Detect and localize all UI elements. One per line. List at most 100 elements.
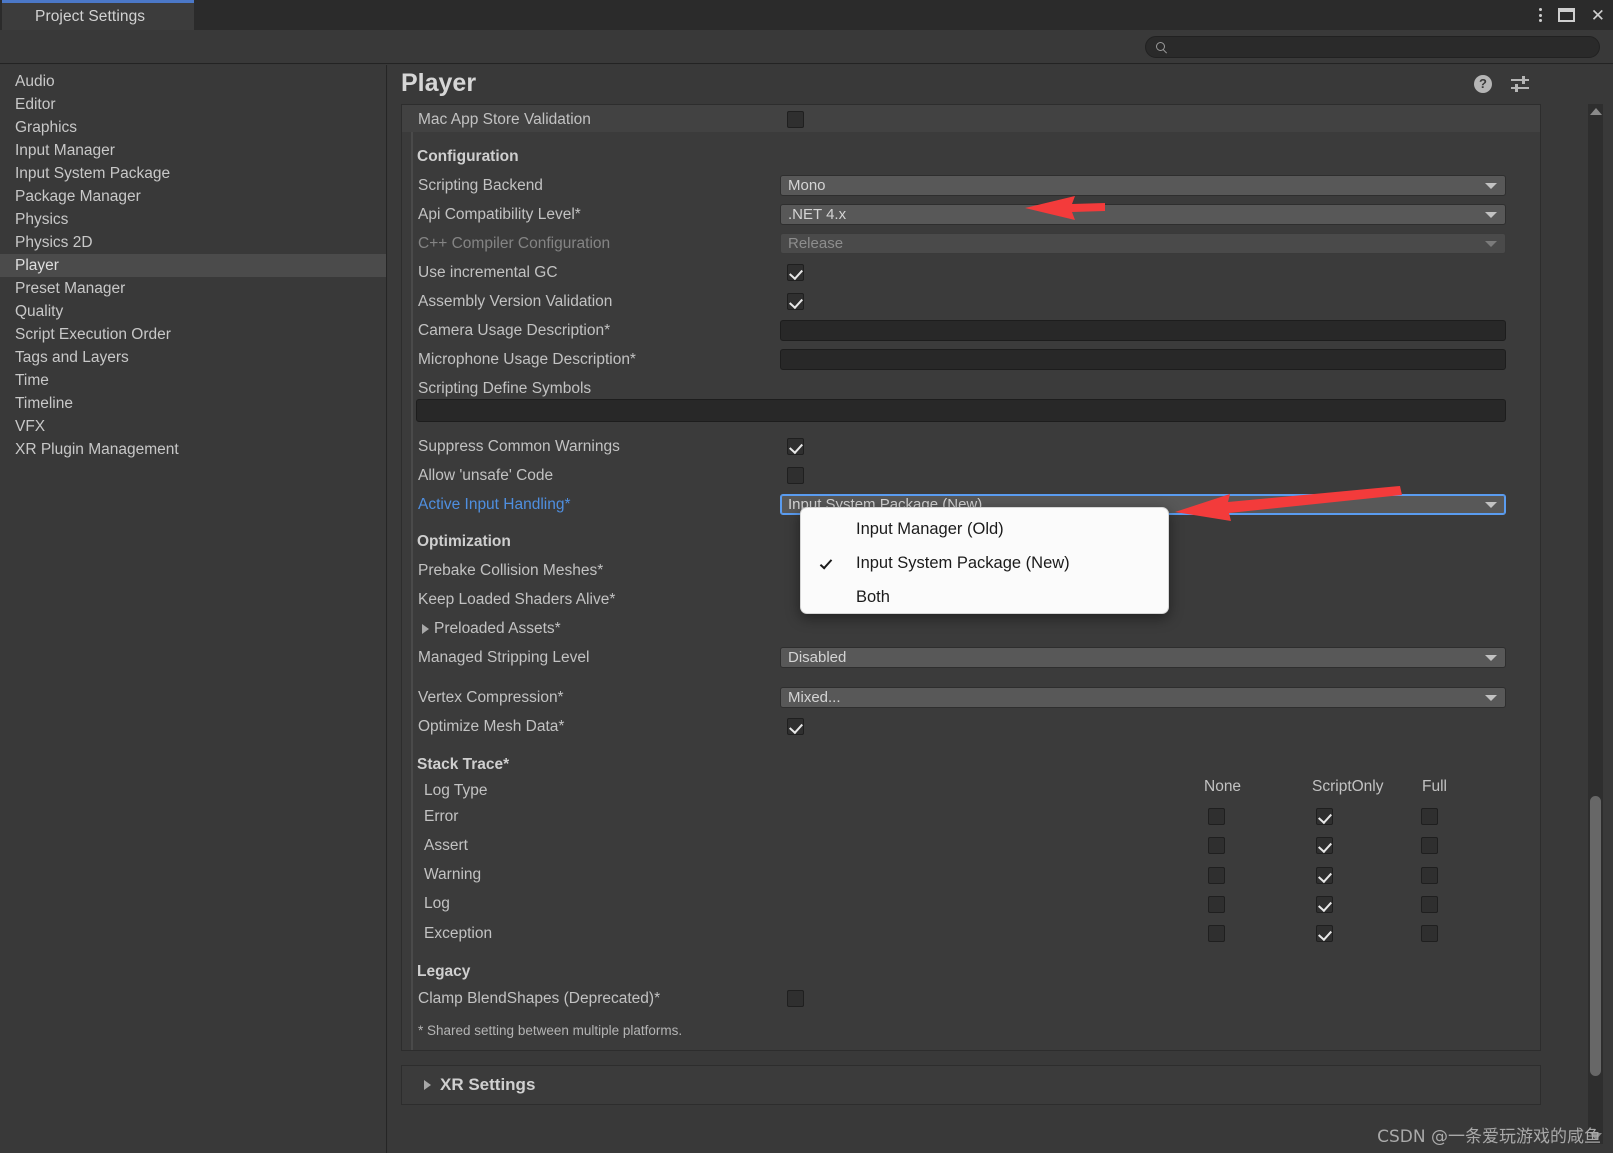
row-assembly-version-validation: Assembly Version Validation (402, 287, 1540, 316)
sidebar-item-label: Timeline (15, 394, 73, 412)
checkbox-warning-scriptonly[interactable] (1316, 866, 1333, 884)
sidebar-item-graphics[interactable]: Graphics (0, 116, 386, 139)
label-suppress-common-warnings: Suppress Common Warnings (418, 437, 620, 455)
chevron-down-icon (1485, 182, 1497, 189)
sidebar-item-timeline[interactable]: Timeline (0, 392, 386, 415)
preset-icon[interactable] (1511, 75, 1529, 92)
dropdown-scripting-backend[interactable]: Mono (780, 175, 1506, 196)
label-vertex-compression: Vertex Compression* (418, 688, 564, 706)
tab-project-settings[interactable]: Project Settings (2, 0, 194, 30)
check-icon (819, 556, 833, 570)
scroll-up-arrow-icon[interactable] (1589, 108, 1602, 115)
sidebar-item-label: XR Plugin Management (15, 440, 179, 458)
chevron-down-icon (1485, 654, 1497, 661)
checkbox-log-none[interactable] (1208, 895, 1225, 913)
input-scripting-define-symbols[interactable] (416, 399, 1506, 422)
search-box[interactable] (1145, 36, 1600, 58)
close-icon[interactable]: ✕ (1591, 7, 1605, 24)
sidebar-item-time[interactable]: Time (0, 369, 386, 392)
scrollbar-thumb[interactable] (1590, 796, 1601, 1076)
checkbox-exception-none[interactable] (1208, 925, 1225, 943)
stack-trace-row: Log (402, 890, 1540, 919)
header-optimization: Optimization (417, 532, 511, 550)
help-icon[interactable]: ? (1474, 74, 1492, 93)
chevron-right-icon[interactable] (424, 1080, 431, 1090)
label-camera-usage-description: Camera Usage Description* (418, 321, 611, 339)
dropdown-api-compatibility-level[interactable]: .NET 4.x (780, 204, 1506, 225)
label-log-type: Log Type (424, 781, 488, 799)
menu-item-label: Input System Package (New) (856, 553, 1070, 572)
sidebar-item-preset-manager[interactable]: Preset Manager (0, 277, 386, 300)
xr-settings-foldout[interactable]: XR Settings (401, 1065, 1541, 1105)
checkbox-clamp-blendshapes[interactable] (787, 990, 804, 1007)
dropdown-managed-stripping-level[interactable]: Disabled (780, 647, 1506, 668)
sidebar-item-player[interactable]: Player (0, 254, 386, 277)
dropdown-vertex-compression[interactable]: Mixed... (780, 687, 1506, 708)
sidebar-item-label: Player (15, 256, 59, 274)
checkbox-assert-none[interactable] (1208, 837, 1225, 855)
label-cpp-compiler-configuration: C++ Compiler Configuration (418, 234, 611, 252)
sidebar-item-physics[interactable]: Physics (0, 208, 386, 231)
menu-item-input-manager-old-[interactable]: Input Manager (Old) (801, 512, 1168, 546)
checkbox-error-full[interactable] (1421, 808, 1438, 825)
sidebar-item-physics-2d[interactable]: Physics 2D (0, 231, 386, 254)
sidebar-item-input-manager[interactable]: Input Manager (0, 139, 386, 162)
sidebar-item-xr-plugin-management[interactable]: XR Plugin Management (0, 438, 386, 461)
gear-icon (13, 9, 28, 24)
checkbox-exception-full[interactable] (1421, 925, 1438, 943)
stack-trace-column-scriptonly: ScriptOnly (1312, 778, 1384, 795)
sidebar-item-vfx[interactable]: VFX (0, 415, 386, 438)
overflow-menu-icon[interactable] (1538, 8, 1542, 22)
settings-gear-icon[interactable] (1548, 74, 1567, 93)
tab-label: Project Settings (35, 7, 146, 25)
vertical-scrollbar[interactable] (1588, 104, 1603, 1144)
window-titlebar: Project Settings ✕ (0, 0, 1613, 30)
stack-trace-row: Assert (402, 831, 1540, 860)
search-row (0, 30, 1613, 64)
checkbox-assert-scriptonly[interactable] (1316, 837, 1333, 855)
value-scripting-backend: Mono (788, 177, 826, 194)
row-camera-usage-description: Camera Usage Description* (402, 316, 1540, 345)
maximize-icon[interactable] (1557, 8, 1575, 22)
sidebar-item-input-system-package[interactable]: Input System Package (0, 162, 386, 185)
row-allow-unsafe-code: Allow 'unsafe' Code (402, 461, 1540, 490)
checkbox-log-full[interactable] (1421, 895, 1438, 913)
checkbox-mac-app-store-validation[interactable] (787, 111, 804, 128)
checkbox-error-scriptonly[interactable] (1316, 808, 1333, 825)
checkbox-log-scriptonly[interactable] (1316, 895, 1333, 913)
chevron-right-icon[interactable] (422, 624, 429, 634)
row-mac-app-store-validation: Mac App Store Validation (402, 105, 1540, 134)
row-preloaded-assets[interactable]: Preloaded Assets* (402, 614, 1540, 643)
input-camera-usage-description[interactable] (780, 320, 1506, 341)
sidebar-item-tags-and-layers[interactable]: Tags and Layers (0, 346, 386, 369)
active-input-handling-dropdown-menu[interactable]: Input Manager (Old) Input System Package … (800, 507, 1169, 614)
sidebar-item-audio[interactable]: Audio (0, 70, 386, 93)
chevron-down-icon (1485, 694, 1497, 701)
sidebar-item-editor[interactable]: Editor (0, 93, 386, 116)
checkbox-allow-unsafe-code[interactable] (787, 467, 804, 484)
sidebar-item-script-execution-order[interactable]: Script Execution Order (0, 323, 386, 346)
checkbox-use-incremental-gc[interactable] (787, 264, 804, 281)
checkbox-suppress-common-warnings[interactable] (787, 438, 804, 455)
input-microphone-usage-description[interactable] (780, 349, 1506, 370)
row-optimize-mesh-data: Optimize Mesh Data* (402, 712, 1540, 741)
label-managed-stripping-level: Managed Stripping Level (418, 648, 590, 666)
row-managed-stripping-level: Managed Stripping Level Disabled (402, 643, 1540, 672)
checkbox-error-none[interactable] (1208, 808, 1225, 825)
sidebar-item-package-manager[interactable]: Package Manager (0, 185, 386, 208)
search-input[interactable] (1167, 39, 1599, 55)
header-stack-trace: Stack Trace* (417, 755, 510, 773)
checkbox-assembly-version-validation[interactable] (787, 293, 804, 310)
menu-item-both[interactable]: Both (801, 580, 1168, 614)
sidebar-item-quality[interactable]: Quality (0, 300, 386, 323)
checkbox-assert-full[interactable] (1421, 837, 1438, 855)
label-microphone-usage-description: Microphone Usage Description* (418, 350, 636, 368)
stack-trace-row: Exception (402, 919, 1540, 948)
checkbox-warning-full[interactable] (1421, 866, 1438, 884)
checkbox-optimize-mesh-data[interactable] (787, 718, 804, 735)
menu-item-input-system-package-new-[interactable]: Input System Package (New) (801, 546, 1168, 580)
label-stack-trace-assert: Assert (424, 836, 468, 854)
checkbox-warning-none[interactable] (1208, 866, 1225, 884)
label-use-incremental-gc: Use incremental GC (418, 263, 558, 281)
checkbox-exception-scriptonly[interactable] (1316, 925, 1333, 943)
